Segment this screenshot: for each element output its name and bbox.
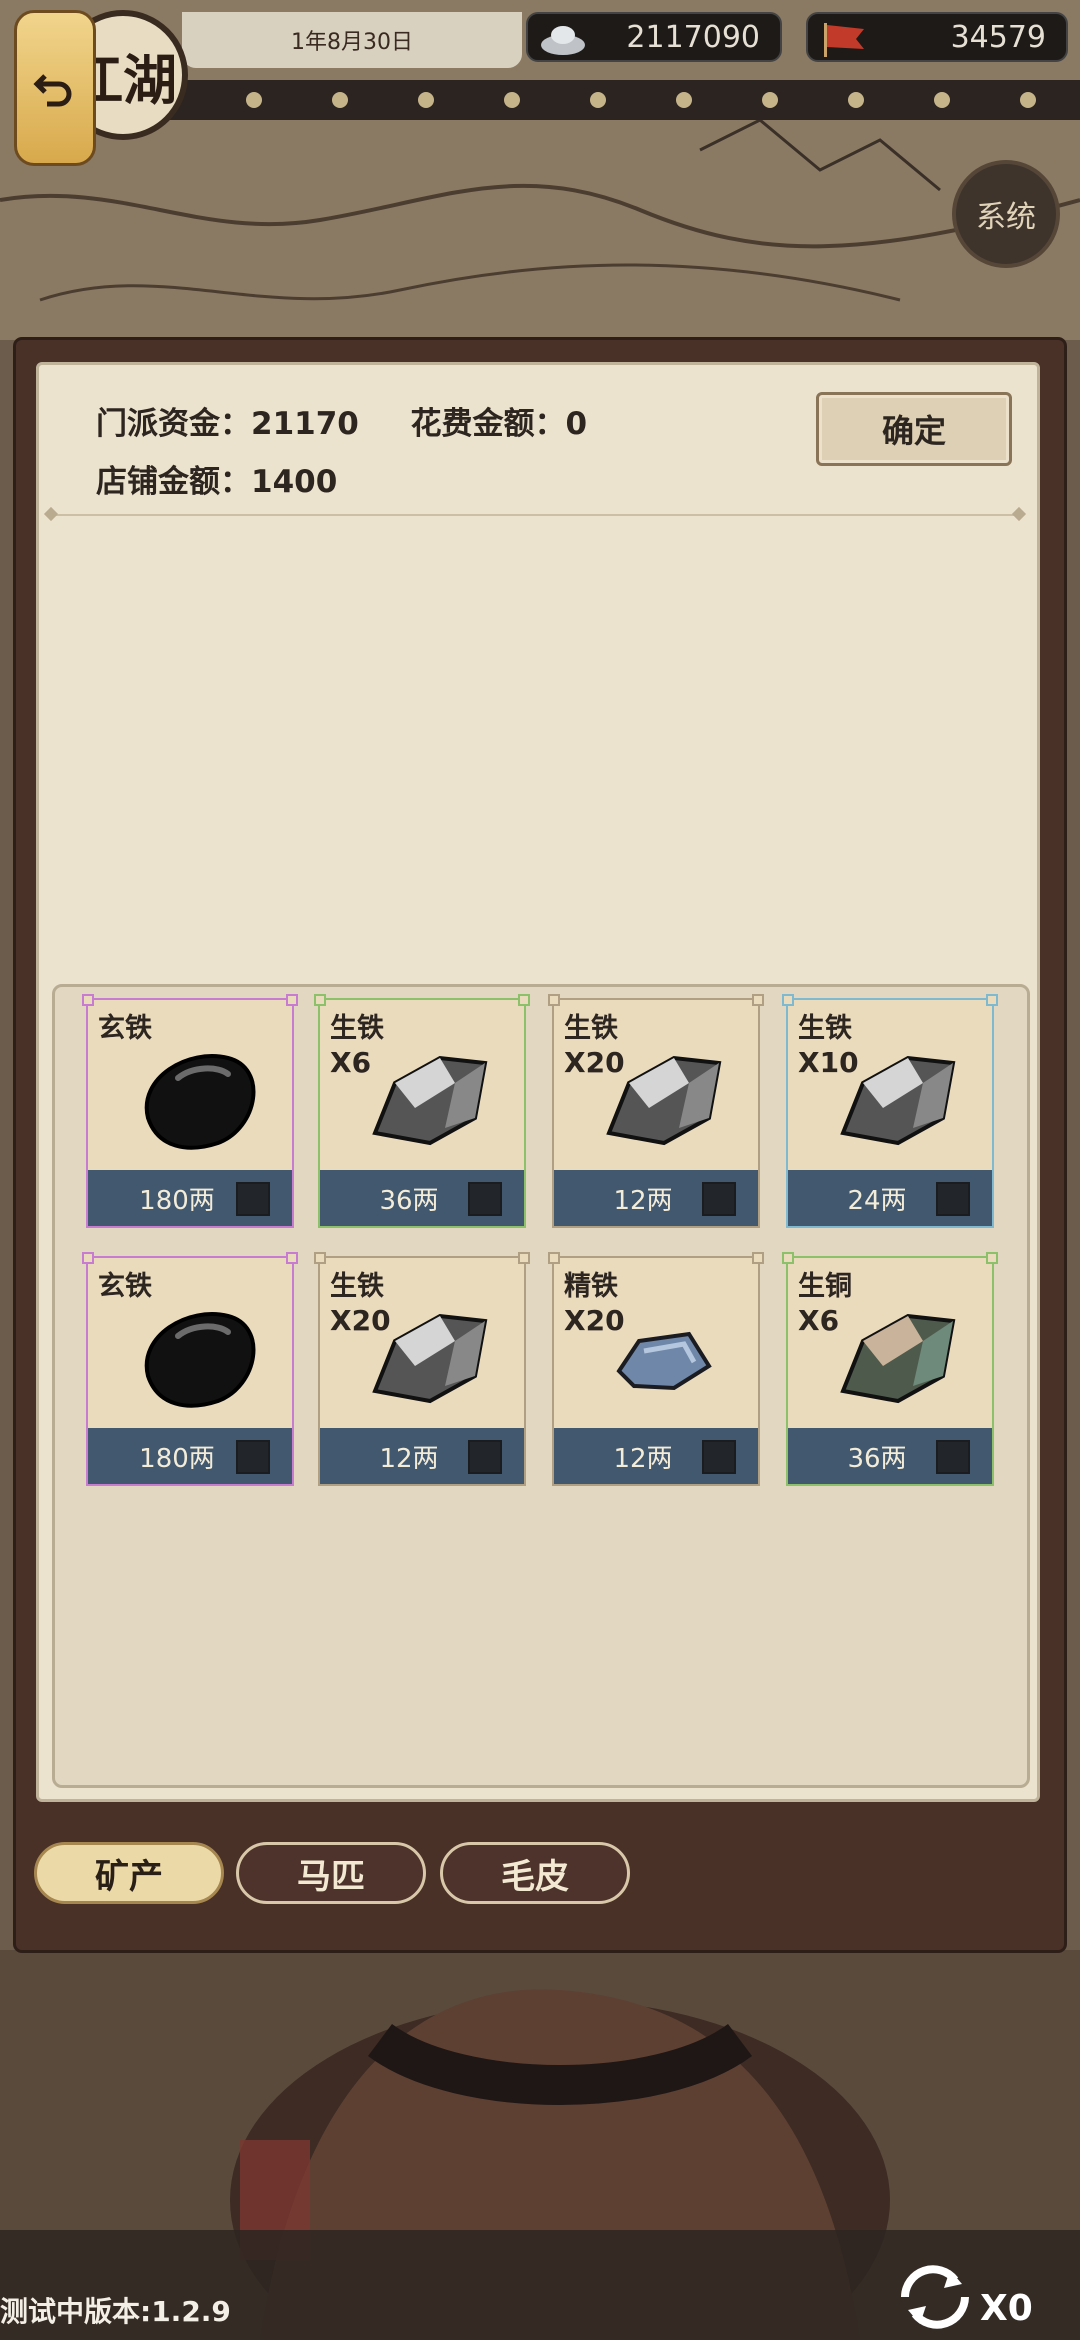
confirm-button-label: 确定 [881,412,946,450]
top-ornament-bar [160,80,1080,120]
rarity-corner [548,994,560,1006]
pig-iron-icon [606,1055,722,1146]
refined-iron-icon [616,1331,712,1391]
rarity-corner [548,1252,560,1264]
item-price: 12两 [613,1443,673,1474]
item-price: 12两 [613,1185,673,1216]
cost-value: 0 [565,406,588,442]
pig-iron-icon [840,1055,956,1146]
rarity-corner [752,994,764,1006]
refresh-count: X0 [980,2288,1033,2329]
refresh-icon[interactable] [890,2262,980,2332]
shop-amount-value: 1400 [251,464,338,500]
reputation-counter: 34579 [806,12,1068,62]
select-checkbox[interactable] [936,1182,970,1216]
sect-funds-value: 21170 [251,406,359,442]
shop-item[interactable]: 玄铁 180两 [82,994,298,1228]
tab-label: 矿产 [95,1856,163,1897]
black-iron-icon [144,1312,256,1408]
system-button[interactable]: 系统 [952,160,1060,268]
rarity-corner [518,1252,530,1264]
reputation-amount: 34579 [950,19,1046,55]
shop-item[interactable]: 玄铁 180两 [82,1252,298,1486]
back-arrow-icon [33,74,72,107]
price-bar: 12两 [320,1428,524,1484]
tab-furs[interactable]: 毛皮 [440,1842,630,1904]
rarity-corner [82,1252,94,1264]
system-button-label: 系统 [976,200,1036,235]
select-checkbox[interactable] [702,1440,736,1474]
shop-item[interactable]: 生铁 X6 36两 [314,994,530,1228]
tab-label: 马匹 [297,1856,365,1897]
tab-horses[interactable]: 马匹 [236,1842,426,1904]
version-label: 测试中版本:1.2.9 [0,2295,231,2328]
item-price: 36两 [379,1185,439,1216]
raw-copper-icon [840,1313,956,1404]
pig-iron-icon [372,1313,488,1404]
rarity-corner [782,994,794,1006]
tab-label: 毛皮 [501,1856,569,1897]
price-bar: 180两 [88,1170,292,1226]
rarity-corner [752,1252,764,1264]
game-date: 1年8月30日 [180,10,524,70]
price-bar: 36两 [788,1428,992,1484]
item-price: 180两 [139,1443,215,1474]
shop-amount-label: 店铺金额： [96,464,251,500]
funds-line: 门派资金：21170 花费金额：0 [96,398,587,443]
tab-minerals[interactable]: 矿产 [34,1842,224,1904]
select-checkbox[interactable] [936,1440,970,1474]
item-price: 180两 [139,1185,215,1216]
rarity-corner [314,994,326,1006]
shop-item[interactable]: 精铁 X20 12两 [548,1252,764,1486]
banner-flag-icon [824,23,864,57]
select-checkbox[interactable] [236,1440,270,1474]
item-price: 12两 [379,1443,439,1474]
silver-ingot-icon [541,26,585,55]
price-bar: 36两 [320,1170,524,1226]
price-bar: 24两 [788,1170,992,1226]
cost-label: 花费金额： [410,406,566,442]
silver-amount: 2117090 [626,19,760,55]
shop-item[interactable]: 生铁 X20 12两 [548,994,764,1228]
rarity-corner [986,1252,998,1264]
item-price: 36两 [847,1443,907,1474]
price-bar: 12两 [554,1170,758,1226]
black-iron-icon [144,1054,256,1150]
select-checkbox[interactable] [468,1440,502,1474]
select-checkbox[interactable] [236,1182,270,1216]
shop-item[interactable]: 生铁 X10 24两 [782,994,998,1228]
rarity-corner [82,994,94,1006]
rarity-corner [286,1252,298,1264]
price-bar: 12两 [554,1428,758,1484]
silver-counter: 2117090 [526,12,782,62]
rarity-corner [314,1252,326,1264]
rarity-corner [518,994,530,1006]
shop-item[interactable]: 生铜 X6 36两 [782,1252,998,1486]
shop-item[interactable]: 生铁 X20 12两 [314,1252,530,1486]
rarity-corner [782,1252,794,1264]
price-bar: 180两 [88,1428,292,1484]
confirm-button[interactable]: 确定 [816,392,1012,466]
rarity-corner [286,994,298,1006]
item-price: 24两 [847,1185,907,1216]
sect-funds-label: 门派资金： [96,406,251,442]
divider [50,514,1020,516]
pig-iron-icon [372,1055,488,1146]
select-checkbox[interactable] [702,1182,736,1216]
select-checkbox[interactable] [468,1182,502,1216]
rarity-corner [986,994,998,1006]
game-date-text: 1年8月30日 [291,30,413,55]
shop-amount-line: 店铺金额：1400 [96,456,337,501]
back-button[interactable] [14,10,96,166]
